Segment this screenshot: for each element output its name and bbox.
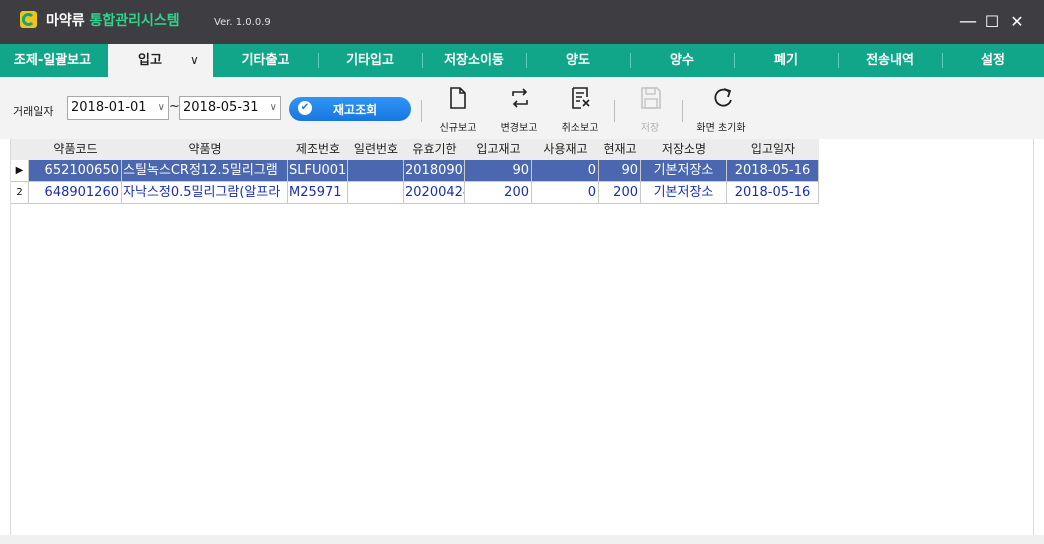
toolbar-separator [614,100,615,122]
menu-other-out[interactable]: 기타출고 [213,44,318,77]
menu-transfer-out[interactable]: 양도 [526,44,630,77]
table-row[interactable]: ▶ 652100650 스틸녹스CR정12.5밀리그램 SLFU001 2018… [11,160,819,182]
app-title: 마약류 통합관리시스템 [46,10,180,30]
menu-transmission-history[interactable]: 전송내역 [838,44,942,77]
cell-current-stock[interactable]: 90 [599,160,641,182]
version-label: Ver. 1.0.0.9 [214,17,271,28]
col-header-name[interactable]: 약품명 [122,139,288,160]
col-header-in-stock[interactable]: 입고재고 [465,139,532,160]
cell-mfg-no[interactable]: SLFU001 [288,160,348,182]
app-title-prefix: 마약류 [46,13,85,29]
cell-storage[interactable]: 기본저장소 [641,182,727,204]
stock-grid-panel: 약품코드 약품명 제조번호 일련번호 유효기한 입고재고 사용재고 현재고 저장… [10,139,1034,535]
menu-transfer-in[interactable]: 양수 [630,44,734,77]
cell-serial[interactable] [348,160,404,182]
col-header-expiry[interactable]: 유효기한 [404,139,465,160]
stock-query-label: 재고조회 [333,103,378,117]
new-document-icon [450,87,466,109]
cell-name[interactable]: 스틸녹스CR정12.5밀리그램 [122,160,288,182]
cell-name[interactable]: 자낙스정0.5밀리그람(알프라 [122,182,288,204]
date-from-value: 2018-01-01 [71,100,147,115]
date-from-picker[interactable]: 2018-01-01 ∨ [67,96,169,120]
minimize-button[interactable]: — [956,9,980,35]
menu-storage-move[interactable]: 저장소이동 [422,44,526,77]
date-to-picker[interactable]: 2018-05-31 ∨ [179,96,281,120]
cell-expiry[interactable]: 20200424 [404,182,465,204]
save-label: 저장 [640,123,660,134]
col-header-in-date[interactable]: 입고일자 [727,139,819,160]
cancel-report-label: 취소보고 [561,123,599,134]
new-report-button[interactable]: 신규보고 [430,85,486,135]
row-header-corner [11,139,29,160]
col-header-used-stock[interactable]: 사용재고 [532,139,599,160]
date-label: 거래일자 [13,105,54,118]
save-button[interactable]: 저장 [622,85,678,135]
status-bar [0,535,1044,544]
change-report-label: 변경보고 [500,123,538,134]
menu-other-in[interactable]: 기타입고 [318,44,422,77]
menu-disposal[interactable]: 폐기 [734,44,838,77]
check-icon: ✔ [298,101,312,115]
cell-expiry[interactable]: 20180902 [404,160,465,182]
title-bar: 마약류 통합관리시스템 Ver. 1.0.0.9 — ☐ ✕ [0,0,1044,44]
cell-storage[interactable]: 기본저장소 [641,160,727,182]
change-report-button[interactable]: 변경보고 [491,85,547,135]
cell-in-stock[interactable]: 200 [465,182,532,204]
table-row[interactable]: 2 648901260 자낙스정0.5밀리그람(알프라 M25971 20200… [11,182,819,204]
row-number[interactable]: 2 [11,182,29,204]
col-header-storage[interactable]: 저장소명 [641,139,727,160]
toolbar-separator [421,100,422,122]
reset-screen-button[interactable]: 화면 초기화 [693,85,749,135]
new-report-label: 신규보고 [439,123,477,134]
cancel-document-icon [572,87,590,109]
menu-batch-report[interactable]: 조제-일괄보고 [0,44,105,77]
app-title-accent: 통합관리시스템 [89,13,180,29]
date-to-value: 2018-05-31 [183,100,259,115]
reset-screen-label: 화면 초기화 [696,123,746,134]
close-button[interactable]: ✕ [1005,9,1029,35]
cell-used-stock[interactable]: 0 [532,160,599,182]
menu-receiving[interactable]: 입고 ∨ [108,44,213,77]
cell-in-date[interactable]: 2018-05-16 [727,182,819,204]
menu-settings[interactable]: 설정 [942,44,1044,77]
cell-serial[interactable] [348,182,404,204]
app-logo-icon [20,11,37,28]
chevron-down-icon[interactable]: ∨ [158,97,165,119]
cell-in-stock[interactable]: 90 [465,160,532,182]
cell-code[interactable]: 652100650 [29,160,122,182]
cancel-report-button[interactable]: 취소보고 [552,85,608,135]
cell-used-stock[interactable]: 0 [532,182,599,204]
main-menu: 조제-일괄보고 입고 ∨ 기타출고 기타입고 저장소이동 양도 양수 폐기 전송… [0,44,1044,77]
stock-query-button[interactable]: ✔ 재고조회 [289,97,411,121]
cell-mfg-no[interactable]: M25971 [288,182,348,204]
cell-in-date[interactable]: 2018-05-16 [727,160,819,182]
refresh-icon [714,88,732,107]
cell-current-stock[interactable]: 200 [599,182,641,204]
maximize-button[interactable]: ☐ [980,9,1004,35]
col-header-serial[interactable]: 일련번호 [348,139,404,160]
toolbar: 거래일자 2018-01-01 ∨ ~ 2018-05-31 ∨ ✔ 재고조회 … [0,77,1044,139]
cell-code[interactable]: 648901260 [29,182,122,204]
change-icon [512,88,528,108]
col-header-current-stock[interactable]: 현재고 [599,139,641,160]
chevron-down-icon[interactable]: ∨ [270,97,277,119]
row-indicator[interactable]: ▶ [11,160,29,182]
toolbar-separator [682,100,683,122]
col-header-code[interactable]: 약품코드 [29,139,122,160]
chevron-down-icon[interactable]: ∨ [190,44,199,77]
menu-receiving-label: 입고 [138,53,162,68]
save-icon [641,87,661,109]
col-header-mfg-no[interactable]: 제조번호 [288,139,348,160]
